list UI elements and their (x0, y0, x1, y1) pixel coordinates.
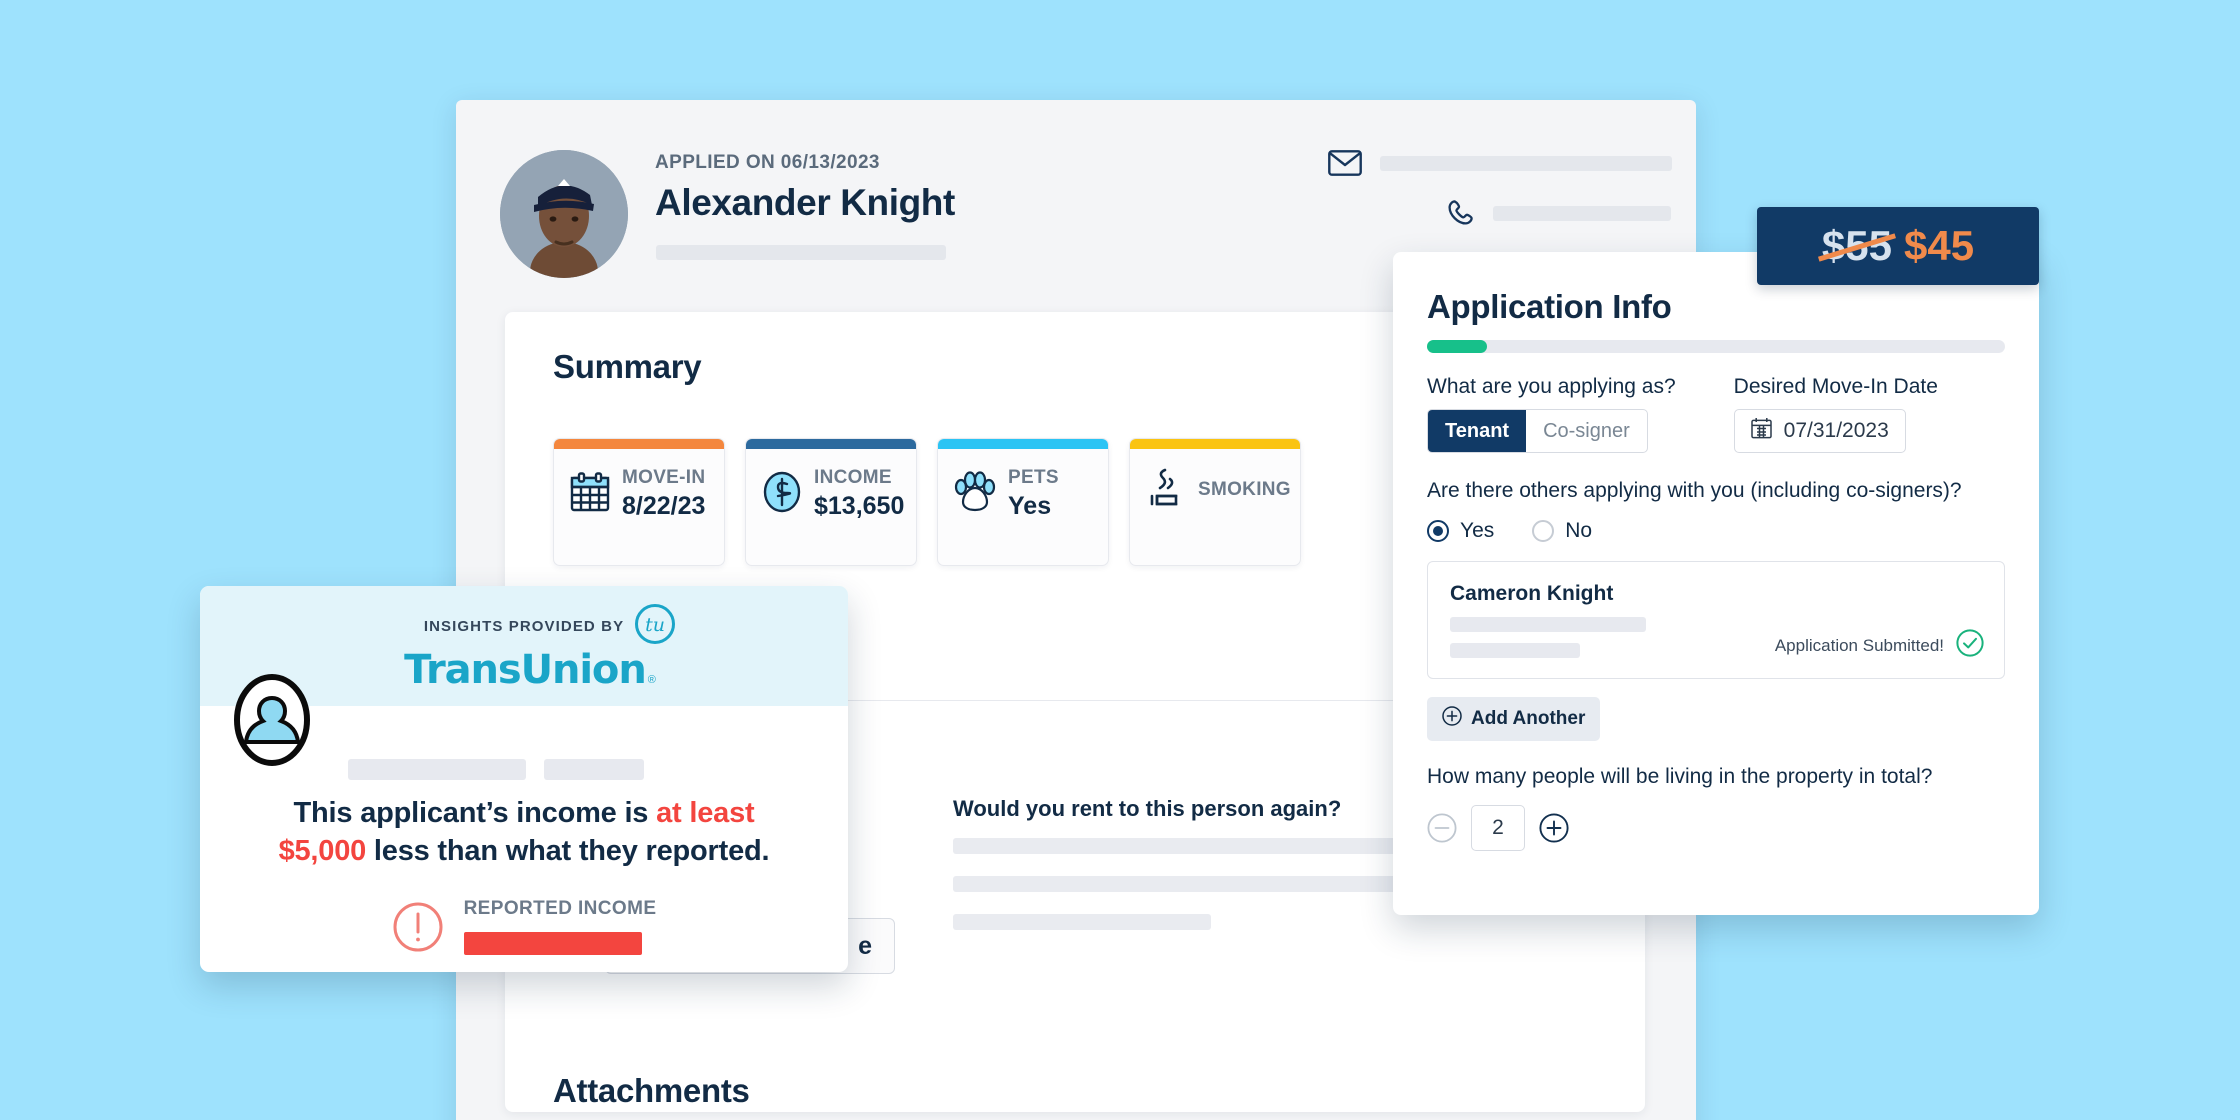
placeholder-line (953, 838, 1397, 854)
placeholder-bar (1450, 617, 1646, 632)
progress-fill (1427, 340, 1487, 353)
person-avatar-icon (234, 674, 310, 766)
move-in-date-value: 07/31/2023 (1783, 419, 1889, 442)
calendar-icon (1750, 417, 1772, 445)
application-info-title: Application Info (1427, 288, 1672, 325)
placeholder-bar (1450, 643, 1580, 658)
others-applying-radio-group: Yes No (1427, 519, 2005, 543)
applying-as-label: What are you applying as? (1427, 375, 1676, 398)
applied-on-label: APPLIED ON 06/13/2023 (655, 152, 880, 173)
insights-message: This applicant’s income is at least $5,00… (224, 794, 824, 871)
transunion-logo-text: TransUnion (404, 646, 647, 693)
transunion-insights-card: INSIGHTS PROVIDED BY tu TransUnion ® Thi… (200, 586, 848, 972)
card-accent-bar (746, 439, 916, 449)
price-original: $55 (1821, 222, 1892, 269)
placeholder-bar (348, 759, 526, 780)
reference-answer-placeholders (953, 838, 1397, 930)
screenshot-stage: APPLIED ON 06/13/2023 Alexander Knight S… (0, 0, 2240, 1120)
exclamation-circle-icon (392, 901, 444, 953)
summary-card-label: PETS (1008, 467, 1059, 488)
minus-circle-icon[interactable] (1427, 813, 1457, 843)
summary-card-value: 8/22/23 (622, 492, 706, 520)
reference-question: Would you rent to this person again? (953, 796, 1342, 821)
occupants-stepper: 2 (1427, 805, 2005, 851)
dollar-coin-icon (762, 470, 802, 519)
avatar (500, 150, 628, 278)
cosigner-status: Application Submitted! (1775, 629, 1984, 662)
reported-income-block: REPORTED INCOME (200, 898, 848, 955)
reported-income-label: REPORTED INCOME (463, 898, 657, 919)
cosigner-card: Cameron Knight Application Submitted! (1427, 561, 2005, 679)
paw-icon (954, 470, 996, 519)
cosigner-name: Cameron Knight (1450, 582, 1614, 605)
radio-no[interactable]: No (1532, 519, 1592, 543)
segment-co-signer[interactable]: Co-signer (1526, 410, 1647, 452)
registered-mark: ® (647, 673, 656, 686)
contact-email-row[interactable] (1328, 150, 1672, 176)
plus-circle-icon[interactable] (1539, 813, 1569, 843)
summary-card-label: MOVE-IN (622, 467, 706, 488)
segment-tenant[interactable]: Tenant (1428, 410, 1527, 452)
summary-card-pets[interactable]: PETS Yes (937, 438, 1109, 566)
placeholder-bar (544, 759, 644, 780)
summary-cards: MOVE-IN 8/22/23 INCOME $13,650 PETS Yes … (553, 438, 1301, 566)
radio-dot[interactable] (1532, 520, 1555, 542)
card-accent-bar (554, 439, 724, 449)
envelope-icon (1328, 150, 1362, 176)
contact-phone-row[interactable] (1445, 198, 1671, 228)
summary-card-value: Yes (1008, 492, 1052, 520)
others-applying-question: Are there others applying with you (incl… (1427, 479, 1962, 502)
summary-card-income[interactable]: INCOME $13,650 (745, 438, 917, 566)
applicant-name: Alexander Knight (655, 182, 955, 223)
insights-message-highlight2: $5,000 (278, 835, 367, 868)
summary-card-label: INCOME (814, 467, 892, 488)
application-info-panel: Application Info $55 $45 What are you ap… (1393, 207, 2039, 915)
attachments-title: Attachments (553, 1072, 750, 1109)
reported-income-redacted-bar (463, 932, 642, 955)
move-in-date-input[interactable]: 07/31/2023 (1733, 409, 1906, 453)
placeholder-line (953, 876, 1397, 892)
cigarette-icon (1146, 467, 1186, 516)
radio-yes-label: Yes (1460, 519, 1495, 542)
insights-provided-by-label: INSIGHTS PROVIDED BY (423, 617, 625, 635)
insights-placeholder-bars (348, 759, 644, 780)
insights-message-highlight1: at least (656, 797, 755, 829)
applicant-subtitle-placeholder (656, 245, 946, 260)
summary-card-smoking[interactable]: SMOKING (1129, 438, 1301, 566)
calendar-icon (570, 471, 610, 518)
summary-card-move-in[interactable]: MOVE-IN 8/22/23 (553, 438, 725, 566)
move-in-date-label: Desired Move-In Date (1733, 375, 1938, 398)
add-another-label: Add Another (1471, 708, 1586, 729)
price-badge: $55 $45 (1757, 207, 2039, 285)
radio-yes[interactable]: Yes (1427, 519, 1494, 543)
plus-circle-icon (1442, 706, 1462, 732)
card-accent-bar (938, 439, 1108, 449)
insights-message-part1: This applicant’s income is (293, 797, 657, 829)
cosigner-status-text: Application Submitted! (1774, 635, 1944, 655)
applying-as-segmented-control[interactable]: Tenant Co-signer (1427, 409, 1648, 453)
summary-card-value: $13,650 (814, 492, 905, 520)
summary-card-label: SMOKING (1198, 479, 1291, 500)
price-discounted: $45 (1904, 222, 1975, 269)
phone-icon (1445, 198, 1475, 228)
radio-dot-selected[interactable] (1427, 520, 1449, 542)
check-circle-icon (1956, 629, 1984, 662)
card-accent-bar (1130, 439, 1300, 449)
applying-as-field: What are you applying as? Tenant Co-sign… (1427, 375, 1676, 453)
occupants-value[interactable]: 2 (1471, 805, 1525, 851)
occupants-question: How many people will be living in the pr… (1427, 765, 1933, 788)
move-in-date-field: Desired Move-In Date 07/31/2023 (1733, 375, 1938, 453)
transunion-tu-mark-icon: tu (634, 603, 676, 650)
email-value-placeholder (1380, 155, 1672, 171)
applying-as-row: What are you applying as? Tenant Co-sign… (1427, 375, 2005, 453)
application-progress-bar (1427, 340, 2005, 353)
placeholder-line (953, 914, 1211, 930)
insights-message-part2: less than what they reported. (366, 835, 770, 868)
add-another-button[interactable]: Add Another (1427, 697, 1601, 741)
svg-text:tu: tu (645, 614, 665, 636)
phone-value-placeholder (1493, 205, 1671, 221)
radio-no-label: No (1565, 519, 1593, 542)
